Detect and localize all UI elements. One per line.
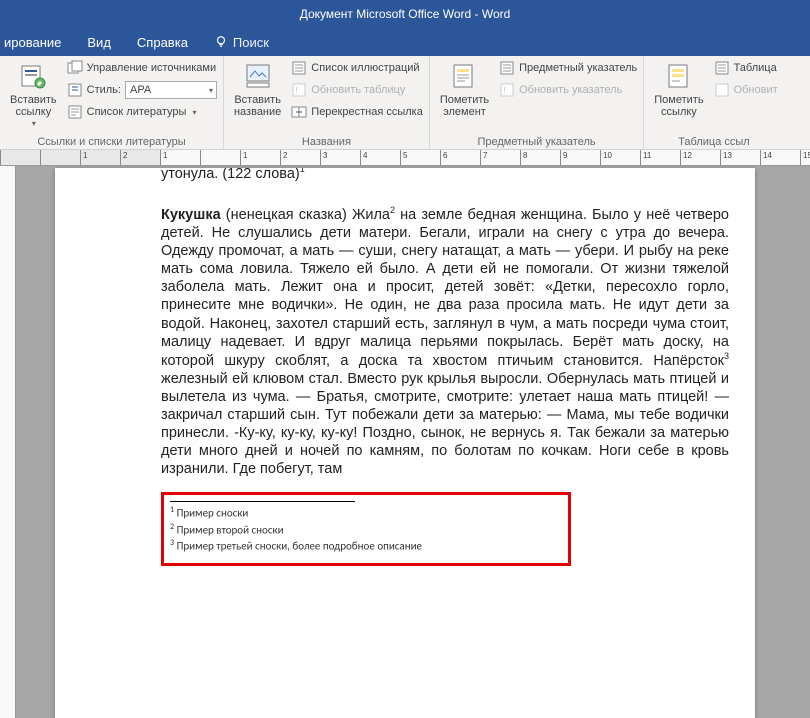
fragment-text: утонула. (122 слова) (161, 168, 300, 182)
tell-me-search[interactable]: Поиск (210, 28, 273, 56)
story-body-2: железный ей клювом стал. Вместо рук крыл… (161, 371, 729, 478)
footnote-separator (170, 501, 355, 502)
lightbulb-icon (214, 35, 228, 49)
story-body-1: на земле бедная женщина. Было у неё четв… (161, 207, 729, 369)
update-toa-button: Обновит (714, 80, 778, 100)
style-label: Стиль: (87, 84, 121, 96)
caption-icon (242, 60, 274, 92)
update-icon: ! (291, 82, 307, 98)
cross-reference-button[interactable]: Перекрестная ссылка (291, 102, 423, 122)
search-label: Поиск (233, 35, 269, 50)
insert-index-label: Предметный указатель (519, 62, 637, 74)
toa-icon (714, 60, 730, 76)
sources-icon (67, 60, 83, 76)
mark-citation-label: Пометить ссылку (654, 94, 703, 118)
table-of-figures-label: Список иллюстраций (311, 62, 419, 74)
title-bar: Документ Microsoft Office Word - Word (0, 0, 810, 28)
tab-formatting[interactable]: ирование (0, 28, 65, 56)
mark-citation-button[interactable]: Пометить ссылку (650, 58, 707, 120)
table-of-figures-button[interactable]: Список иллюстраций (291, 58, 423, 78)
document-page[interactable]: утонула. (122 слова)1 Кукушка (ненецкая … (55, 168, 755, 718)
update-index-button: ! Обновить указатель (499, 80, 637, 100)
mark-entry-label: Пометить элемент (440, 94, 489, 118)
group-authorities: Пометить ссылку Таблица Обновит Таблица … (644, 56, 783, 150)
citation-style-row: Стиль: APA ▾ (67, 80, 217, 100)
story-paragraph: Кукушка (ненецкая сказка) Жила2 на земле… (161, 205, 729, 479)
tab-view[interactable]: Вид (83, 28, 115, 56)
group-label-index: Предметный указатель (436, 135, 637, 150)
ribbon-tabs: ирование Вид Справка Поиск (0, 28, 810, 56)
style-dropdown[interactable]: APA ▾ (125, 81, 217, 99)
chevron-down-icon: ▾ (209, 86, 213, 95)
index-icon (499, 60, 515, 76)
group-label-references: Ссылки и списки литературы (6, 135, 217, 150)
footnote-ref-1[interactable]: 1 (300, 168, 305, 174)
footnote-3-text: Пример третьей сноски, более подробное о… (177, 540, 422, 553)
horizontal-ruler[interactable] (0, 150, 810, 166)
footnote-1: 1 Пример сноски (170, 505, 558, 522)
insert-citation-button[interactable]: Вставить ссылку ▾ (6, 58, 61, 131)
footnotes-highlight-box: 1 Пример сноски 2 Пример второй сноски 3… (161, 492, 571, 566)
ribbon: Вставить ссылку▾ Управление источниками … (0, 56, 810, 150)
crossref-icon (291, 104, 307, 120)
story-subtitle: (ненецкая сказка) Жила (221, 207, 390, 223)
svg-text:!: ! (295, 86, 298, 97)
footnote-2-text: Пример второй сноски (177, 524, 284, 537)
group-label-captions: Названия (230, 135, 423, 150)
bibliography-button[interactable]: Список литературы ▾ (67, 102, 217, 122)
dropdown-arrow-icon: ▾ (32, 120, 36, 129)
insert-caption-label: Вставить название (234, 94, 281, 118)
document-workspace: утонула. (122 слова)1 Кукушка (ненецкая … (0, 150, 810, 718)
group-index: Пометить элемент Предметный указатель ! … (430, 56, 644, 150)
style-value: APA (130, 84, 151, 96)
insert-caption-button[interactable]: Вставить название (230, 58, 285, 120)
insert-index-button[interactable]: Предметный указатель (499, 58, 637, 78)
citation-icon (17, 60, 49, 92)
footnote-3: 3 Пример третьей сноски, более подробное… (170, 538, 558, 555)
svg-text:!: ! (503, 86, 506, 97)
mark-entry-icon (448, 60, 480, 92)
story-title: Кукушка (161, 207, 221, 223)
cross-reference-label: Перекрестная ссылка (311, 106, 423, 118)
group-references: Вставить ссылку▾ Управление источниками … (0, 56, 224, 150)
update-toa-icon (714, 82, 730, 98)
group-label-authorities: Таблица ссыл (650, 135, 777, 150)
chevron-down-icon: ▾ (192, 108, 196, 117)
bibliography-label: Список литературы (87, 106, 187, 118)
manage-sources-label: Управление источниками (87, 62, 216, 74)
vertical-ruler[interactable] (0, 166, 16, 718)
update-index-icon: ! (499, 82, 515, 98)
text-fragment: утонула. (122 слова)1 (161, 168, 729, 183)
mark-entry-button[interactable]: Пометить элемент (436, 58, 493, 120)
table-of-authorities-button[interactable]: Таблица (714, 58, 778, 78)
insert-citation-label: Вставить ссылку (10, 94, 57, 118)
footnote-1-text: Пример сноски (177, 507, 249, 520)
footnote-2: 2 Пример второй сноски (170, 522, 558, 539)
update-table-label: Обновить таблицу (311, 84, 405, 96)
group-captions: Вставить название Список иллюстраций ! О… (224, 56, 430, 150)
style-icon (67, 82, 83, 98)
window-title: Документ Microsoft Office Word - Word (300, 7, 511, 21)
mark-citation-icon (663, 60, 695, 92)
manage-sources-button[interactable]: Управление источниками (67, 58, 217, 78)
tab-help[interactable]: Справка (133, 28, 192, 56)
update-index-label: Обновить указатель (519, 84, 622, 96)
update-toa-label: Обновит (734, 84, 778, 96)
list-figures-icon (291, 60, 307, 76)
bibliography-icon (67, 104, 83, 120)
update-table-button: ! Обновить таблицу (291, 80, 423, 100)
footnote-ref-3[interactable]: 3 (724, 351, 729, 361)
toa-label: Таблица (734, 62, 777, 74)
